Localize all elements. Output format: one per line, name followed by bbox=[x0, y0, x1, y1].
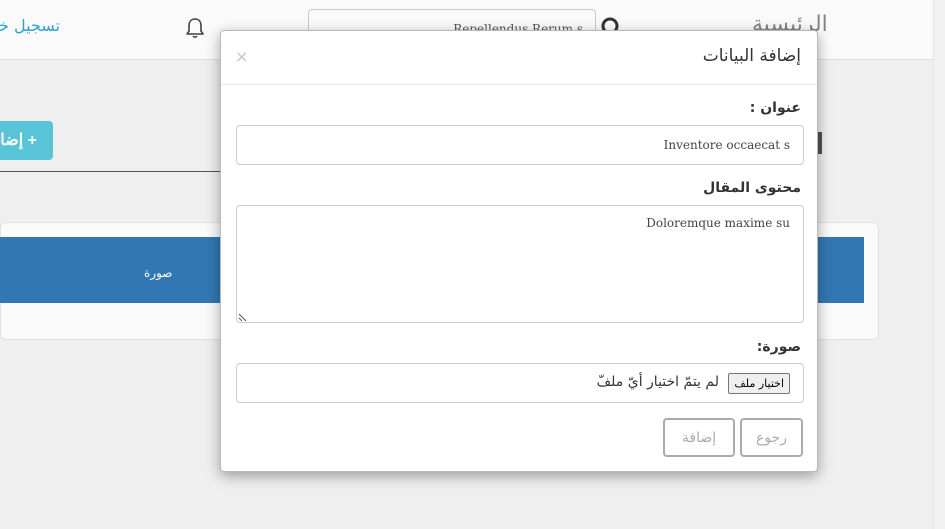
resize-grip-icon[interactable] bbox=[238, 313, 247, 322]
choose-file-button[interactable]: اختيار ملف bbox=[728, 373, 790, 394]
modal-header: إضافة البيانات × bbox=[221, 31, 817, 85]
image-file-input[interactable]: اختيار ملف لم يتمّ اختيار أيّ ملفّ bbox=[236, 363, 804, 403]
title-input[interactable] bbox=[236, 125, 804, 165]
modal-title: إضافة البيانات bbox=[702, 46, 801, 66]
back-button[interactable]: رجوع bbox=[740, 418, 803, 457]
page-scrollbar[interactable] bbox=[933, 0, 945, 529]
add-data-modal: إضافة البيانات × عنوان : محتوى المقال Do… bbox=[220, 30, 818, 472]
title-label: عنوان : bbox=[749, 100, 801, 116]
content-textarea[interactable]: Doloremque maxime su bbox=[236, 205, 804, 323]
close-icon[interactable]: × bbox=[235, 47, 248, 66]
submit-button[interactable]: إضافة bbox=[663, 418, 735, 457]
content-label: محتوى المقال bbox=[703, 180, 801, 196]
file-status-text: لم يتمّ اختيار أيّ ملفّ bbox=[596, 374, 719, 390]
image-label: صورة: bbox=[756, 339, 801, 355]
